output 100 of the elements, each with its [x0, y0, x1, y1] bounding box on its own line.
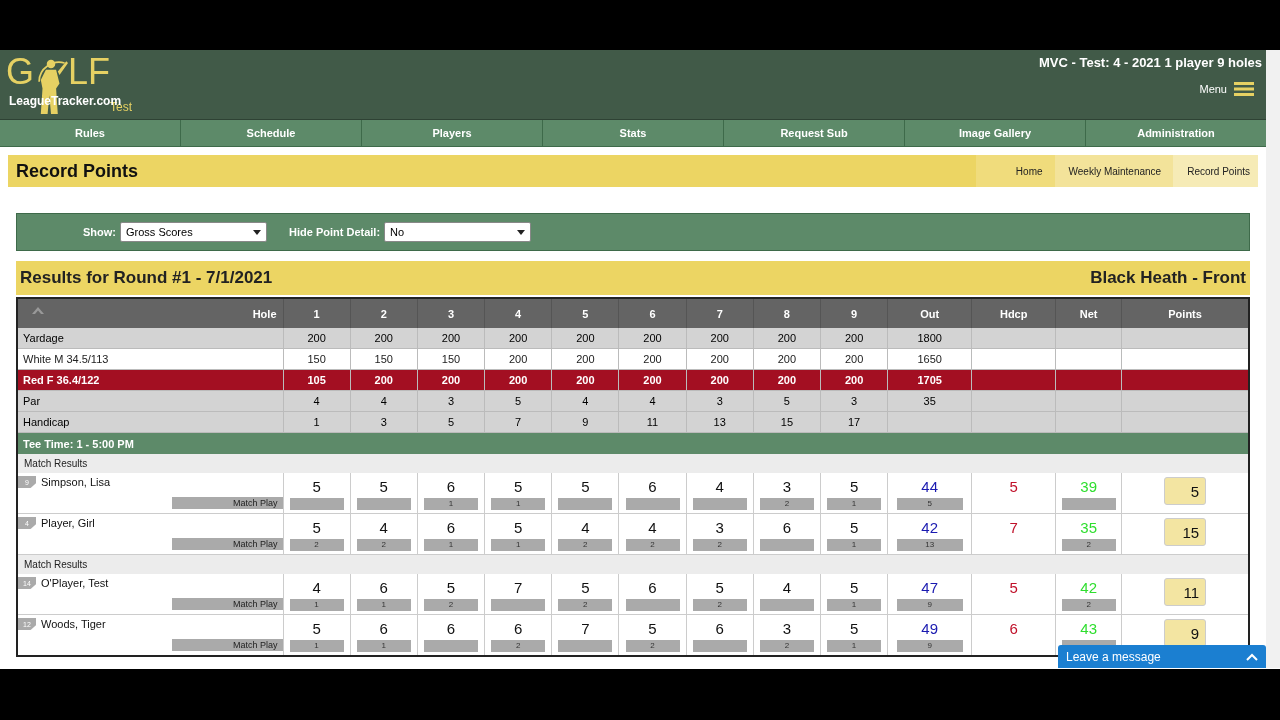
score-value: 3 — [714, 519, 725, 536]
points-field[interactable]: 15 — [1164, 518, 1207, 546]
points-bar: 2 — [356, 539, 411, 551]
points-bar: 2 — [692, 599, 747, 611]
row-label: White M 34.5/113 — [17, 348, 283, 370]
nav-link[interactable]: Stats — [543, 120, 724, 146]
out-total: 42 — [920, 519, 940, 536]
table-cell: 1800 — [887, 328, 972, 349]
table-cell: 3 — [820, 390, 888, 412]
table-cell: 1650 — [887, 348, 972, 370]
points-bar: 2 — [558, 599, 613, 611]
score-value: 5 — [311, 620, 322, 637]
points-bar: 2 — [625, 539, 680, 551]
score-value: 4 — [647, 519, 658, 536]
points-bar: 2 — [558, 539, 613, 551]
points-bar: 1 — [827, 539, 882, 551]
group-heading: Match Results — [17, 554, 1249, 574]
filter-label: Hide Point Detail: — [289, 226, 381, 238]
breadcrumb-link[interactable]: Weekly Maintenance — [1054, 155, 1174, 187]
match-play-bar: Match Play — [171, 598, 283, 610]
score-value: 6 — [445, 478, 457, 495]
out-total: 44 — [920, 478, 940, 495]
league-title: MVC - Test: 4 - 2021 1 player 9 holes — [1039, 55, 1262, 70]
score-value: 6 — [445, 519, 457, 536]
table-cell: 5 — [484, 390, 552, 412]
header-cell: 6 — [618, 298, 687, 328]
points-bar: 2 — [1061, 539, 1116, 551]
table-cell: 200 — [686, 328, 754, 349]
table-cell: 5 — [417, 411, 485, 433]
dropdown-field[interactable]: Gross Scores — [120, 222, 267, 242]
score-value: 5 — [580, 478, 591, 495]
points-bar: 1 — [423, 539, 478, 551]
table-cell: 17 — [820, 411, 888, 433]
nav-link[interactable]: Schedule — [181, 120, 362, 146]
nav-link[interactable]: Rules — [0, 120, 181, 146]
score-value: 6 — [781, 519, 793, 536]
table-cell: 35 — [887, 390, 972, 412]
points-bar: 2 — [759, 640, 814, 652]
table-cell: 200 — [350, 369, 418, 391]
table-cell: 200 — [753, 328, 821, 349]
points-bar: 13 — [896, 539, 963, 551]
table-cell: 3 — [686, 390, 754, 412]
filter-label: Show: — [83, 226, 116, 238]
header-cell: 1 — [283, 298, 351, 328]
group-heading: Match Results — [17, 454, 1249, 473]
score-value: 5 — [513, 519, 524, 536]
page-title: Record Points — [15, 159, 139, 183]
table-cell: 11 — [618, 411, 687, 433]
score-value: 6 — [714, 620, 725, 637]
points-field[interactable]: 11 — [1164, 578, 1207, 606]
score-value: 5 — [848, 620, 860, 637]
row-label: Red F 36.4/122 — [17, 369, 283, 391]
header-cell: Hdcp — [971, 298, 1056, 328]
points-field[interactable]: 9 — [1164, 619, 1207, 647]
menu-button[interactable]: Menu — [1199, 82, 1262, 96]
table-cell: 200 — [618, 369, 687, 391]
header-cell: 8 — [753, 298, 821, 328]
points-bar: 1 — [289, 640, 344, 652]
header-cell: Net — [1055, 298, 1122, 328]
score-value: 4 — [378, 519, 389, 536]
table-cell: 200 — [820, 328, 888, 349]
score-value: 4 — [714, 478, 725, 495]
dropdown-caret-icon — [517, 229, 526, 235]
handicap-value: 6 — [1008, 620, 1019, 637]
score-value: 4 — [580, 519, 591, 536]
table-cell: 200 — [686, 348, 754, 370]
points-bar: 1 — [423, 498, 478, 510]
points-field[interactable]: 5 — [1164, 477, 1207, 505]
table-cell: 4 — [350, 390, 418, 412]
table-cell: 150 — [350, 348, 418, 370]
score-value: 5 — [311, 478, 322, 495]
header-cell: 3 — [417, 298, 485, 328]
net-score: 39 — [1079, 478, 1099, 495]
breadcrumb-link[interactable]: Record Points — [1173, 155, 1258, 187]
points-bar: 2 — [423, 599, 478, 611]
dropdown-field[interactable]: No — [384, 222, 532, 242]
collapse-caret-icon[interactable] — [32, 307, 44, 314]
nav-link[interactable]: Request Sub — [724, 120, 905, 146]
table-cell: 200 — [283, 328, 351, 349]
chat-widget-toast[interactable]: Leave a message — [1058, 645, 1266, 668]
table-cell: 5 — [753, 390, 821, 412]
table-cell: 9 — [551, 411, 619, 433]
points-bar: 5 — [896, 498, 963, 510]
header-cell: Points — [1121, 298, 1249, 328]
score-value: 5 — [513, 478, 524, 495]
table-cell: 200 — [753, 348, 821, 370]
nav-link[interactable]: Administration — [1086, 120, 1266, 146]
table-cell: 200 — [618, 328, 687, 349]
nav-link[interactable]: Players — [362, 120, 543, 146]
hole-label: Hole — [252, 307, 277, 320]
header-cell: 4 — [484, 298, 552, 328]
breadcrumb-link[interactable]: Home — [975, 155, 1055, 187]
score-value: 5 — [580, 579, 591, 596]
score-value: 7 — [513, 579, 524, 596]
score-value: 5 — [647, 620, 658, 637]
results-title: Results for Round #1 - 7/1/2021 — [20, 268, 273, 288]
nav-link[interactable]: Image Gallery — [905, 120, 1086, 146]
net-score: 35 — [1079, 519, 1099, 536]
player-name: Player, Girl — [41, 517, 95, 529]
header-cell: 5 — [551, 298, 619, 328]
